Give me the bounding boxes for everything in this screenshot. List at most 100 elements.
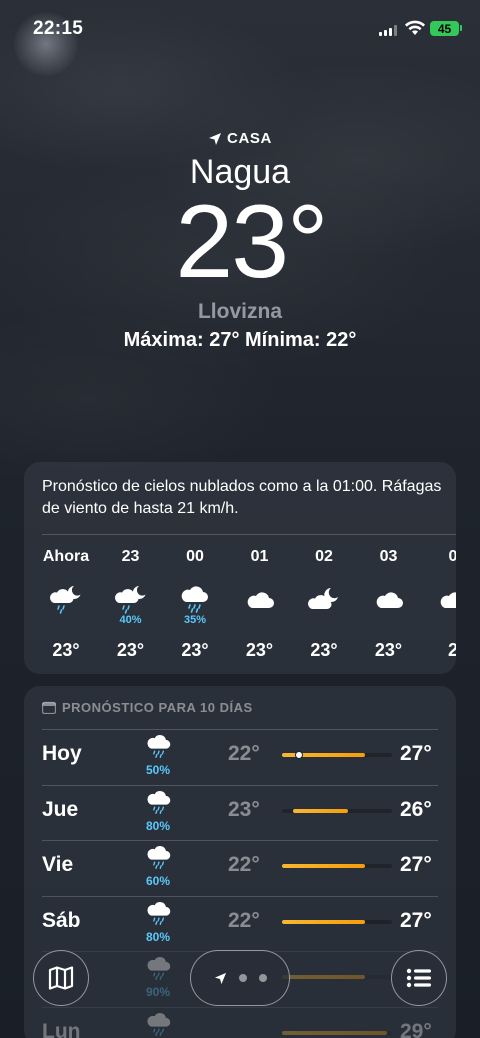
ten-day-heading: PRONÓSTICO PARA 10 DÍAS (62, 700, 253, 715)
day-high-temperature: 29° (400, 1019, 432, 1038)
row-divider (42, 1006, 438, 1008)
status-bar: 22:15 45 (0, 0, 480, 76)
wifi-icon (405, 20, 425, 35)
partly-cloudy-night-icon (308, 588, 338, 609)
ten-day-heading-row: PRONÓSTICO PARA 10 DÍAS (42, 700, 253, 715)
rain-cloud-icon (181, 586, 208, 613)
temperature-range-bar (282, 808, 392, 813)
location-pager[interactable] (190, 950, 290, 1006)
temperature-range-fill (293, 808, 348, 813)
hour-label: 03 (379, 548, 398, 565)
location-list-button[interactable] (391, 950, 447, 1006)
hour-label: 02 (315, 548, 333, 565)
day-precip: 80% (145, 818, 171, 833)
current-location-icon (214, 972, 226, 984)
day-high-temperature: 27° (400, 742, 432, 765)
list-icon (406, 968, 431, 988)
map-icon (48, 966, 74, 990)
map-button[interactable] (33, 950, 89, 1006)
hour-column: 23 40% 23° (99, 548, 163, 668)
location-arrow-icon (209, 132, 222, 145)
status-time: 22:15 (33, 18, 84, 39)
temperature-range-fill (282, 919, 365, 924)
hour-temperature: 23° (181, 640, 209, 660)
current-temperature: 23° (175, 184, 328, 300)
row-divider (42, 840, 438, 841)
battery-tip (460, 25, 462, 31)
day-name: Lun (42, 1019, 81, 1038)
location-label-row: CASA (0, 130, 480, 147)
day-precip: 50% (145, 763, 171, 777)
rain-cloud-icon (147, 957, 171, 980)
hour-temperature: 23° (310, 640, 338, 660)
high-low-temperature: Máxima: 27° Mínima: 22° (123, 329, 357, 351)
calendar-icon (42, 701, 56, 714)
hour-column: 00 35% 23° (163, 548, 227, 668)
hour-label: Ahora (42, 548, 90, 565)
day-row[interactable]: Lun 29° (42, 1006, 456, 1038)
cloud-icon (440, 592, 456, 608)
row-divider (42, 895, 438, 897)
rain-cloud-icon (147, 790, 171, 814)
temperature-range-bar (282, 1030, 392, 1035)
hour-precip: 40% (119, 614, 142, 626)
temperature-range-fill (282, 975, 365, 979)
day-name: Vie (42, 853, 74, 876)
divider (42, 534, 456, 535)
rain-partly-cloudy-night-icon (50, 586, 81, 614)
row-divider (42, 784, 438, 786)
day-row[interactable]: Hoy 50% 22° 27° (42, 729, 456, 784)
hour-label: 01 (250, 548, 269, 565)
hour-label: 00 (186, 548, 204, 565)
day-name: Jue (42, 797, 79, 821)
rain-cloud-icon (147, 1012, 171, 1036)
temperature-range-fill (282, 864, 365, 868)
temperature-range-bar (282, 864, 392, 868)
day-row[interactable]: Jue 80% 23° 26° (42, 784, 456, 840)
location-label: CASA (227, 130, 272, 147)
cellular-signal-icon (379, 25, 397, 36)
rain-cloud-icon (147, 846, 171, 869)
hour-column: 03 23° (357, 548, 421, 668)
day-low-temperature: 23° (228, 797, 260, 821)
hour-temperature: 23° (116, 640, 145, 660)
day-low-temperature: 22° (228, 908, 260, 932)
day-name: Hoy (42, 742, 82, 765)
day-precip: 80% (145, 929, 171, 944)
day-low-temperature: 22° (228, 742, 260, 765)
hour-temperature: 23° (245, 640, 274, 660)
forecast-summary: Pronóstico de cielos nublados como a la … (42, 478, 442, 517)
rain-cloud-icon (147, 901, 171, 925)
hour-column: 02 23° (292, 548, 356, 668)
day-high-temperature: 27° (400, 853, 432, 876)
hour-temperature: 2 (447, 640, 456, 660)
hour-temperature: 23° (52, 640, 80, 660)
cloud-icon (376, 592, 403, 608)
cloud-icon (247, 592, 274, 608)
weather-condition: Llovizna (197, 300, 282, 323)
page-dot[interactable] (238, 974, 247, 982)
hour-label: 0 (448, 548, 456, 565)
hourly-forecast-card[interactable]: Pronóstico de cielos nublados como a la … (24, 462, 456, 674)
row-divider (42, 729, 438, 730)
day-row[interactable]: Sáb 80% 22° 27° (42, 895, 456, 951)
temperature-range-fill (282, 1030, 387, 1035)
day-row[interactable]: Vie 60% 22° 27° (42, 840, 456, 895)
current-temperature-dot (294, 751, 303, 759)
current-weather-header: CASA Nagua 23° Llovizna Máxima: 27° Míni… (0, 130, 480, 352)
hour-temperature: 23° (374, 640, 403, 660)
day-precip: 90% (145, 985, 171, 999)
hour-precip: 35% (183, 614, 207, 626)
hour-label: 23 (121, 548, 140, 565)
page-dot[interactable] (258, 974, 267, 982)
hourly-forecast-strip[interactable]: Ahora 23° 23 40% 23° 00 35% 23° 01 23° 02 23° 03 23° 0… (24, 548, 456, 668)
rain-cloud-icon (147, 735, 171, 758)
day-high-temperature: 27° (400, 908, 432, 932)
temperature-range-bar (282, 919, 392, 924)
hour-column: Ahora 23° (34, 548, 98, 668)
temperature-range-bar (282, 975, 392, 979)
day-high-temperature: 26° (400, 797, 432, 821)
day-precip: 60% (145, 874, 171, 888)
rain-partly-cloudy-night-icon (114, 586, 145, 614)
day-low-temperature: 22° (228, 853, 260, 876)
